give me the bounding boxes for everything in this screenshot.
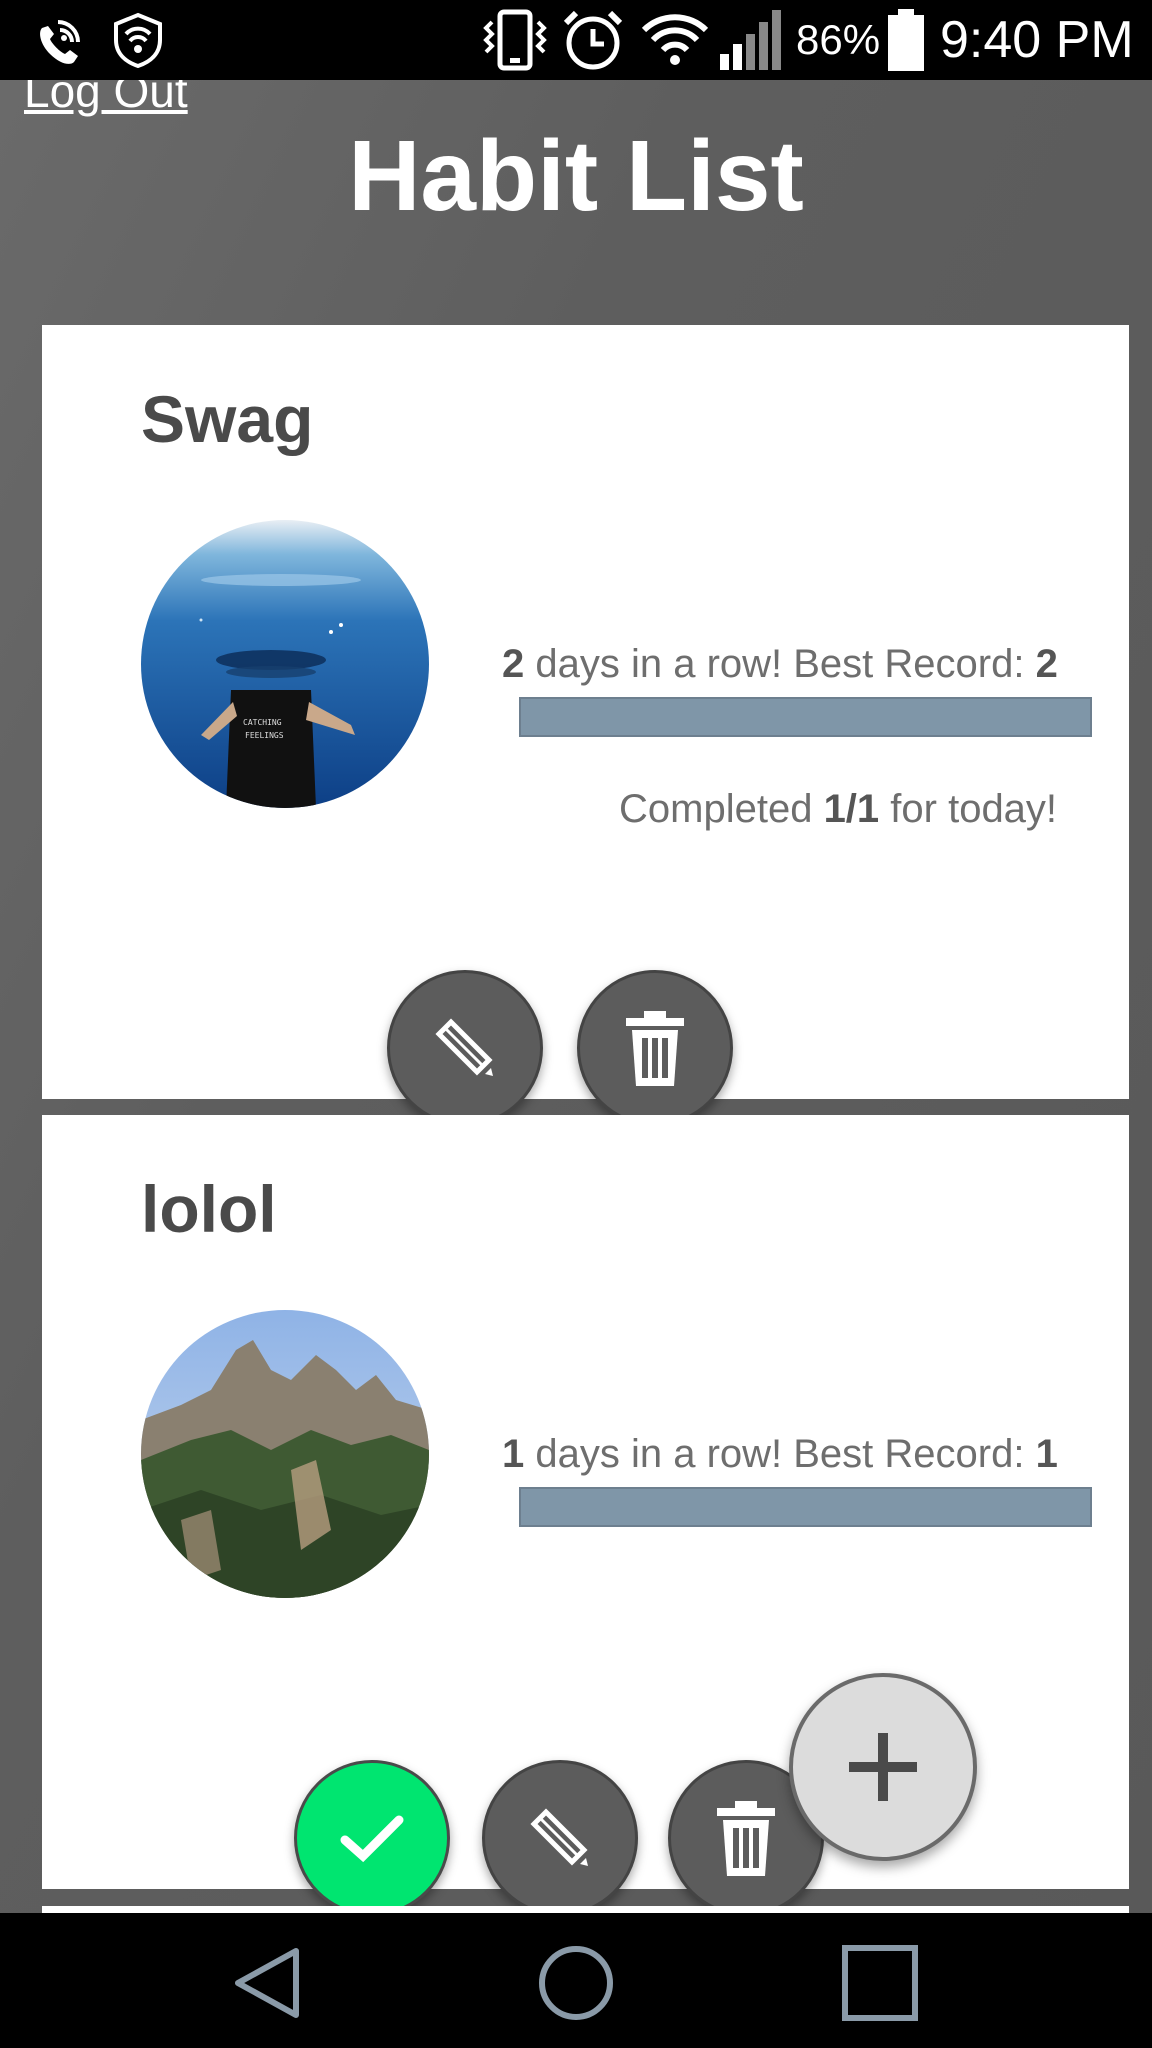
edit-button[interactable] bbox=[387, 970, 543, 1126]
alarm-icon bbox=[560, 0, 626, 80]
habit-image: CATCHING FEELINGS bbox=[141, 520, 429, 808]
completed-prefix: Completed bbox=[619, 787, 824, 831]
streak-count: 1 bbox=[502, 1432, 525, 1476]
progress-fill bbox=[521, 1489, 1090, 1525]
edit-icon bbox=[435, 1018, 493, 1076]
streak-text: 1 days in a row! Best Record: 1 bbox=[502, 1432, 1122, 1477]
checkmark-icon bbox=[340, 1815, 404, 1863]
habit-name: lolol bbox=[141, 1172, 277, 1246]
streak-count: 2 bbox=[502, 642, 525, 686]
battery-percent: 86% bbox=[796, 16, 881, 63]
recents-icon[interactable] bbox=[840, 1943, 920, 2028]
navigation-bar bbox=[0, 1913, 1152, 2048]
habit-image bbox=[141, 1310, 429, 1598]
streak-label: days in a row! Best Record: bbox=[524, 642, 1036, 686]
signal-icon bbox=[718, 0, 788, 80]
habit-name: Swag bbox=[141, 382, 314, 456]
habit-list-screen: Log Out Habit List Swag CATCHING FEELING… bbox=[0, 80, 1152, 1913]
completed-suffix: for today! bbox=[879, 787, 1058, 831]
clock: 9:40 PM bbox=[940, 11, 1134, 69]
wifi-icon bbox=[640, 0, 710, 80]
logout-link[interactable]: Log Out bbox=[24, 80, 188, 114]
habit-card: Swag CATCHING FEELINGS 2 days in a row! … bbox=[42, 325, 1129, 1126]
status-bar: 86% 9:40 PM bbox=[0, 0, 1152, 80]
complete-button[interactable] bbox=[294, 1760, 450, 1913]
completed-value: 1/1 bbox=[823, 787, 880, 831]
add-habit-button[interactable] bbox=[789, 1673, 977, 1861]
page-title: Habit List bbox=[348, 120, 804, 232]
edit-button[interactable] bbox=[482, 1760, 638, 1913]
best-record: 1 bbox=[1035, 1432, 1058, 1476]
wifi-calling-icon bbox=[28, 0, 88, 80]
edit-icon bbox=[530, 1808, 588, 1866]
streak-progress-bar bbox=[519, 697, 1092, 737]
completed-text: Completed 1/1 for today! bbox=[519, 787, 1149, 832]
streak-text: 2 days in a row! Best Record: 2 bbox=[502, 642, 1122, 687]
vibrate-icon bbox=[480, 0, 550, 80]
best-record: 2 bbox=[1035, 642, 1058, 686]
back-icon[interactable] bbox=[228, 1943, 308, 2028]
svg-text:FEELINGS: FEELINGS bbox=[245, 731, 284, 740]
plus-icon bbox=[849, 1733, 917, 1801]
streak-label: days in a row! Best Record: bbox=[524, 1432, 1036, 1476]
home-icon[interactable] bbox=[536, 1943, 616, 2028]
trash-icon bbox=[717, 1801, 775, 1876]
svg-text:CATCHING: CATCHING bbox=[243, 718, 282, 727]
trash-icon bbox=[626, 1011, 684, 1086]
shield-wifi-icon bbox=[112, 0, 164, 80]
streak-progress-bar bbox=[519, 1487, 1092, 1527]
delete-button[interactable] bbox=[577, 970, 733, 1126]
battery-icon bbox=[886, 0, 926, 80]
progress-fill bbox=[521, 699, 1090, 735]
habit-card bbox=[42, 1906, 1129, 1913]
